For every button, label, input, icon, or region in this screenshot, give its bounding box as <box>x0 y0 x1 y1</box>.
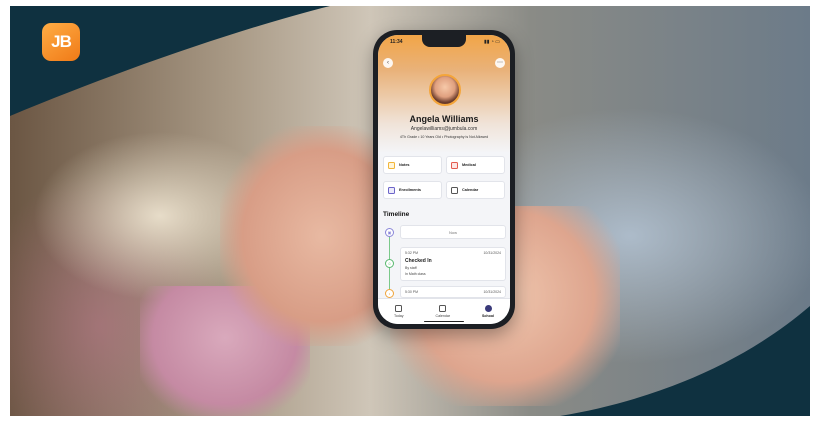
chevron-left-icon: ‹ <box>387 60 389 66</box>
avatar <box>429 74 461 106</box>
profile-meta: 4Th Grade • 10 Years Old • Photography i… <box>399 135 489 139</box>
tab-calendar[interactable]: Calendar <box>435 305 451 318</box>
more-icon: ⋯ <box>497 60 503 66</box>
notes-card[interactable]: Notes <box>383 156 442 174</box>
entry-title: Checked In <box>405 258 432 264</box>
calendar-icon: ▣ <box>385 228 394 237</box>
profile-email: Angelawilliams@jumbula.com <box>410 126 478 132</box>
entry-date: 10/31/2024 <box>483 251 501 255</box>
enrollments-card[interactable]: Enrollments <box>383 181 442 199</box>
now-marker: Now <box>400 225 506 239</box>
timeline-title: Timeline <box>383 211 410 218</box>
status-icons: ▮▮ ◔ ▭ <box>483 39 500 45</box>
clock-icon: • <box>385 289 394 298</box>
card-label: Calendar <box>462 188 479 192</box>
medical-icon <box>451 161 458 169</box>
tab-label: Calendar <box>435 314 451 318</box>
profile-name: Angela Williams <box>409 114 479 124</box>
card-label: Notes <box>399 163 410 167</box>
back-button[interactable]: ‹ <box>383 58 393 68</box>
phone-device: 11:34 ▮▮ ◔ ▭ ‹ ⋯ Angela Williams Angelaw… <box>373 30 515 329</box>
entry-location: In Math class <box>405 272 426 276</box>
brand-logo[interactable]: JB <box>42 23 80 61</box>
tab-school[interactable]: School <box>482 305 494 318</box>
calendar-icon <box>439 305 447 312</box>
home-indicator <box>424 320 464 322</box>
calendar-card[interactable]: Calendar <box>446 181 505 199</box>
card-label: Enrollments <box>399 188 421 192</box>
tab-label: School <box>482 314 495 318</box>
check-in-icon: ☺ <box>385 259 394 268</box>
timeline-entry[interactable]: 5:32 PM 10/31/2024 Checked In By staff I… <box>400 247 506 281</box>
entry-date: 10/31/2024 <box>483 290 501 294</box>
notes-icon <box>388 161 395 169</box>
card-label: Medical <box>462 163 476 167</box>
tab-today[interactable]: Today <box>394 305 404 318</box>
timeline-entry[interactable]: 5:30 PM 10/31/2024 <box>400 286 506 298</box>
school-icon <box>484 305 492 312</box>
entry-time: 5:32 PM <box>405 251 419 255</box>
entry-by: By staff <box>405 266 417 270</box>
more-button[interactable]: ⋯ <box>495 58 505 68</box>
medical-card[interactable]: Medical <box>446 156 505 174</box>
tab-label: Today <box>393 314 404 318</box>
today-icon <box>395 305 403 312</box>
entry-time: 5:30 PM <box>405 290 419 294</box>
phone-screen: 11:34 ▮▮ ◔ ▭ ‹ ⋯ Angela Williams Angelaw… <box>378 35 510 324</box>
status-time: 11:34 <box>390 39 403 45</box>
hero-banner: JB 11:34 ▮▮ ◔ ▭ ‹ ⋯ Angela Williams Ange… <box>10 6 810 416</box>
left-hand <box>220 126 390 346</box>
calendar-icon <box>451 186 458 194</box>
enrollments-icon <box>388 186 395 194</box>
phone-notch <box>422 35 466 47</box>
